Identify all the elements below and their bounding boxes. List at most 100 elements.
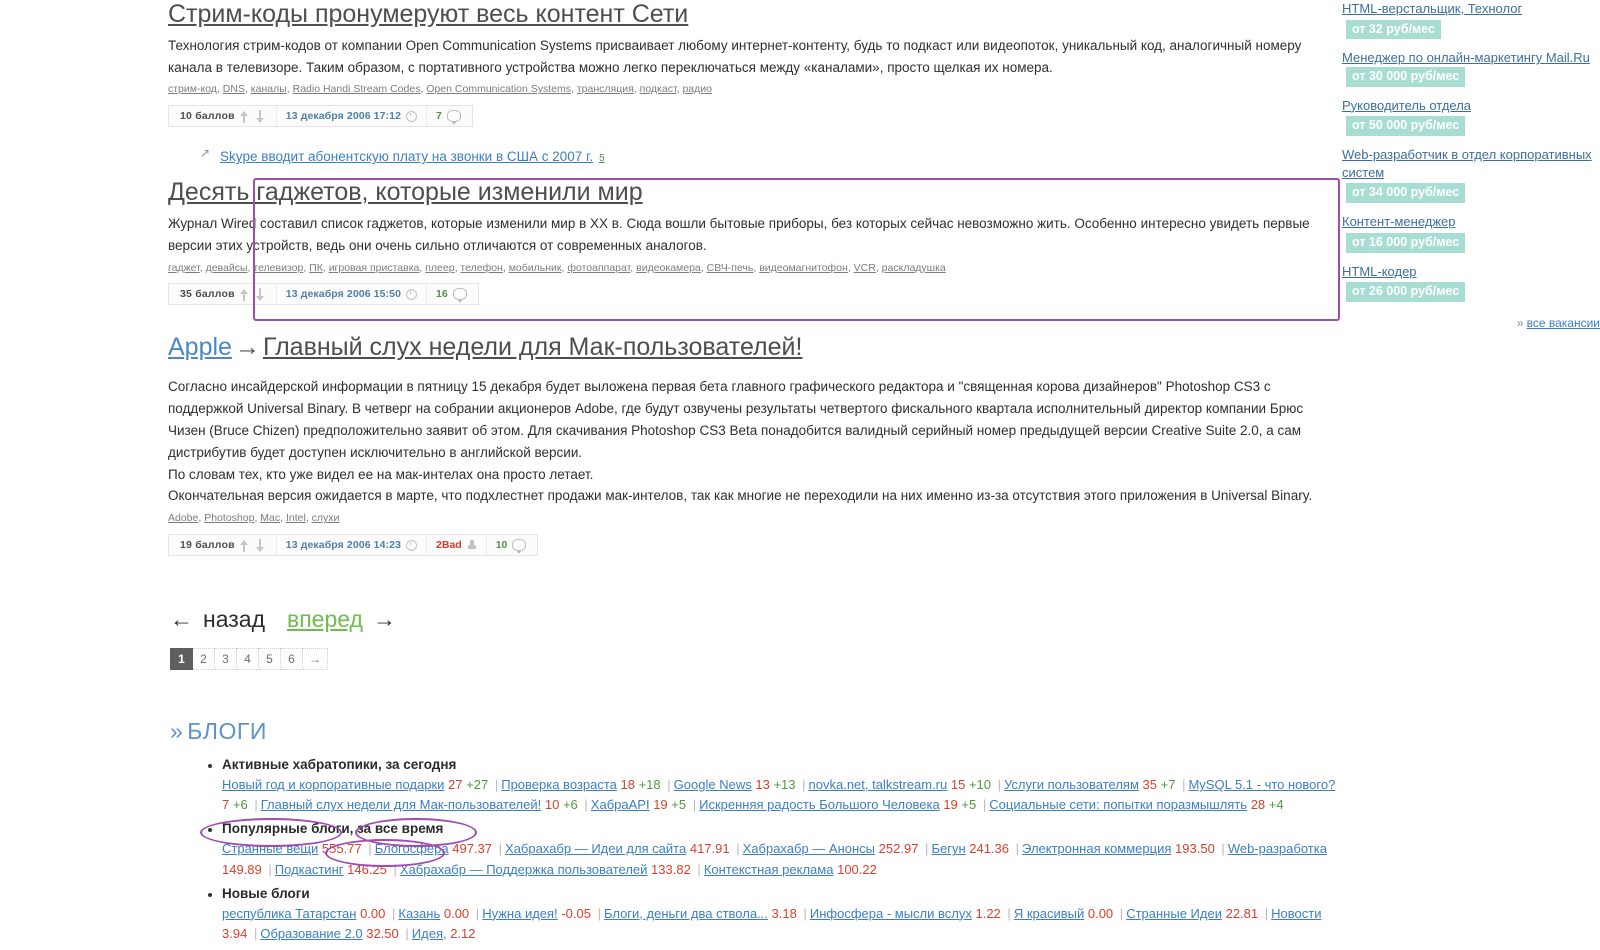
blog-item-link[interactable]: Хабрахабр — Анонсы <box>743 841 875 856</box>
blog-item-link[interactable]: Блогосфера <box>375 841 449 856</box>
tag-link[interactable]: телевизор <box>253 262 303 274</box>
blog-item-link[interactable]: Новости <box>1271 906 1321 921</box>
tag-link[interactable]: видеокамера <box>636 262 701 274</box>
tag-link[interactable]: мобильник <box>509 262 562 274</box>
blog-item-value: 252.97 <box>878 841 919 857</box>
job-title-link[interactable]: Контент-менеджер <box>1342 214 1456 229</box>
blog-item-link[interactable]: Подкастинг <box>275 862 344 877</box>
blog-item-link[interactable]: Образование 2.0 <box>260 926 362 941</box>
blog-item-link[interactable]: Нужна идея! <box>482 906 557 921</box>
pagination-page-6[interactable]: 6 <box>281 648 303 671</box>
tag-link[interactable]: Photoshop <box>204 512 254 524</box>
blog-item-link[interactable]: Хабрахабр — Поддержка пользователей <box>400 862 648 877</box>
tag-link[interactable]: трансляция <box>577 83 634 95</box>
post-item-apple: Apple → Главный слух недели для Мак-пользо… <box>168 333 1343 566</box>
blog-item-link[interactable]: Бегун <box>931 841 965 856</box>
teaser-link[interactable]: Skype вводит абонентскую плату на звонки… <box>220 149 593 164</box>
job-title-link[interactable]: Руководитель отдела <box>1342 98 1471 113</box>
blog-item-link[interactable]: Казань <box>398 906 440 921</box>
blog-item-link[interactable]: Идея, <box>412 926 447 941</box>
tag-link[interactable]: радио <box>682 83 712 95</box>
vote-down-icon[interactable] <box>255 109 267 123</box>
pagination-page-5[interactable]: 5 <box>259 648 281 671</box>
job-title-link[interactable]: HTML-кодер <box>1342 264 1417 279</box>
post-title-link[interactable]: Главный слух недели для Мак-пользователе… <box>263 333 802 361</box>
tag-link[interactable]: Radio Handi Stream Codes <box>293 83 421 95</box>
blog-item-link[interactable]: Электронная коммерция <box>1022 841 1171 856</box>
blog-item-link[interactable]: Новый год и корпоративные подарки <box>222 777 444 792</box>
blog-item-value: 28 <box>1250 797 1266 813</box>
pagination-page-3[interactable]: 3 <box>215 648 237 671</box>
vote-up-icon[interactable] <box>239 288 251 301</box>
tag-link[interactable]: СВЧ-печь <box>707 262 754 274</box>
blog-item-link[interactable]: Искренняя радость Большого Человека <box>699 797 940 812</box>
blog-item-link[interactable]: MySQL 5.1 - что нового? <box>1188 777 1335 792</box>
blog-item-link[interactable]: Главный слух недели для Мак-пользователе… <box>261 797 542 812</box>
blog-item-link[interactable]: Странные вещи <box>222 841 318 856</box>
nav-forward-link[interactable]: вперед <box>287 606 363 633</box>
tag-link[interactable]: каналы <box>251 83 287 95</box>
blog-item-link[interactable]: Контекстная реклама <box>704 862 834 877</box>
blog-item-link[interactable]: Хабрахабр — Идеи для сайта <box>505 841 686 856</box>
comments-cell[interactable]: 7 <box>427 106 470 126</box>
blogs-group-title: Популярные блоги, за все время <box>222 821 444 837</box>
blog-item-link[interactable]: Web-разработка <box>1228 841 1327 856</box>
blog-item-link[interactable]: Инфосфера - мысли вслух <box>810 906 972 921</box>
tag-link[interactable]: Adobe <box>168 512 198 524</box>
blog-item-link[interactable]: Социальные сети: попытки поразмышлять <box>989 797 1247 812</box>
job-title-link[interactable]: Web-разработчик в отдел корпоративных си… <box>1342 147 1592 180</box>
comments-cell[interactable]: 10 <box>487 535 536 555</box>
tag-link[interactable]: гаджет <box>168 262 200 274</box>
blog-item-link[interactable]: Я красивый <box>1014 906 1084 921</box>
pagination-page-2[interactable]: 2 <box>193 648 215 671</box>
blog-item-link[interactable]: novka.net, talkstream.ru <box>809 777 948 792</box>
blog-item-link[interactable]: Блоги, деньги два ствола... <box>604 906 768 921</box>
post-title-link[interactable]: Десять гаджетов, которые изменили мир <box>168 178 1343 207</box>
blog-item-link[interactable]: ХабраAPI <box>591 797 650 812</box>
teaser-comment-count[interactable]: 5 <box>599 153 605 164</box>
blog-item-value: 0.00 <box>1087 905 1114 921</box>
blogs-group: Новые блоги республика Татарстан 0.00 | К… <box>208 886 1343 944</box>
tag-link[interactable]: плеер <box>425 262 454 274</box>
job-title-link[interactable]: Менеджер по онлайн-маркетингу Mail.Ru <box>1342 50 1590 65</box>
post-title-link[interactable]: Стрим-коды пронумеруют весь контент Сети <box>168 0 1343 29</box>
tag-link[interactable]: видеомагнитофон <box>759 262 848 274</box>
tag-link[interactable]: девайсы <box>206 262 248 274</box>
blog-item-link[interactable]: Проверка возраста <box>501 777 617 792</box>
vote-up-icon[interactable] <box>239 539 251 552</box>
tag-link[interactable]: фотоаппарат <box>567 262 630 274</box>
pagination-page-4[interactable]: 4 <box>237 648 259 671</box>
tag-link[interactable]: VCR <box>854 262 876 274</box>
tag-link[interactable]: Intel <box>286 512 306 524</box>
tag-link[interactable]: ПК <box>309 262 323 274</box>
blog-item-link[interactable]: Google News <box>674 777 752 792</box>
blog-item-link[interactable]: Странные Идеи <box>1126 906 1222 921</box>
blog-item-value: 22.81 <box>1225 905 1259 921</box>
blog-item-separator: | <box>475 905 480 921</box>
tag-link[interactable]: подкаст <box>640 83 677 95</box>
comments-cell[interactable]: 16 <box>427 284 476 304</box>
vote-down-icon[interactable] <box>255 538 267 552</box>
blog-item-separator: | <box>1015 841 1020 857</box>
tag-link[interactable]: игровая приставка <box>329 262 420 274</box>
pagination-page-1[interactable]: 1 <box>170 648 193 671</box>
chevron-right-icon: » <box>1516 316 1524 331</box>
tag-link[interactable]: Open Communication Systems <box>426 83 571 95</box>
blog-item-separator: | <box>597 905 601 921</box>
pagination-next[interactable]: → <box>303 648 328 671</box>
job-title-link[interactable]: HTML-верстальщик, Технолог <box>1342 1 1522 16</box>
job-salary-badge: от 34 000 руб/мес <box>1346 183 1466 204</box>
blog-item-link[interactable]: республика Татарстан <box>222 906 356 921</box>
all-vacancies-link[interactable]: все вакансии <box>1527 316 1600 330</box>
tag-link[interactable]: стрим-код <box>168 83 217 95</box>
tag-link[interactable]: раскладушка <box>882 262 946 274</box>
blog-item-link[interactable]: Услуги пользователям <box>1004 777 1139 792</box>
tag-link[interactable]: Mac <box>260 512 280 524</box>
bad-cell[interactable]: 2Bad <box>427 535 486 555</box>
tag-link[interactable]: слухи <box>312 512 340 524</box>
vote-up-icon[interactable] <box>239 110 251 123</box>
vote-down-icon[interactable] <box>255 287 267 301</box>
tag-link[interactable]: телефон <box>460 262 502 274</box>
blog-link-apple[interactable]: Apple <box>168 333 232 361</box>
tag-link[interactable]: DNS <box>223 83 245 95</box>
